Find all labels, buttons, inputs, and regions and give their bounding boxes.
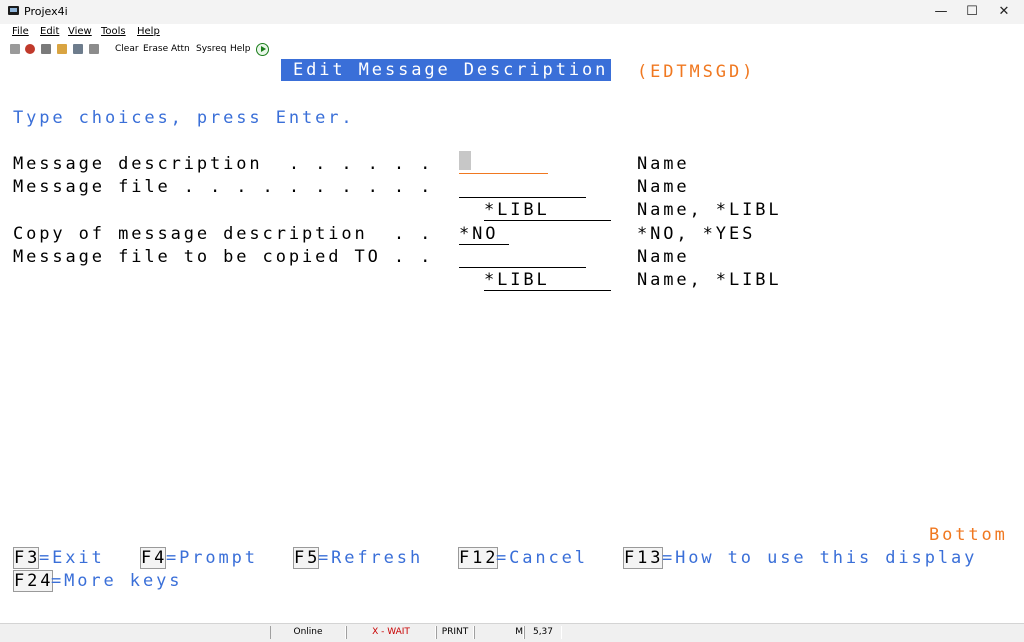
window-title: Projex4i — [24, 5, 68, 18]
hint-message-file-to: Name — [637, 247, 690, 267]
paste-icon[interactable] — [57, 44, 67, 54]
status-print: PRINT — [436, 626, 474, 639]
f4-key[interactable]: F4 — [141, 548, 167, 568]
label-message-file-to: Message file to be copied TO . . — [13, 247, 434, 267]
screen-title-block: Edit Message Description — [281, 59, 611, 81]
label-copy-message-description: Copy of message description . . — [13, 224, 434, 244]
erase-button[interactable]: Erase — [143, 44, 168, 54]
message-file-input[interactable] — [459, 197, 586, 198]
minimize-button[interactable]: — — [924, 0, 958, 24]
hint-message-file-library: Name, *LIBL — [637, 200, 782, 220]
hint-message-file-to-library: Name, *LIBL — [637, 270, 782, 290]
status-bar: Online X - WAIT PRINT M 5,37 — [0, 623, 1024, 642]
copy-icon[interactable] — [41, 44, 51, 54]
f24-more-keys[interactable]: =More keys — [51, 571, 182, 591]
copy-message-description-input[interactable]: *NO — [459, 224, 498, 244]
close-button[interactable]: ✕ — [987, 0, 1021, 24]
message-description-input[interactable] — [459, 173, 548, 174]
f13-key[interactable]: F13 — [624, 548, 663, 568]
message-file-to-library-underline — [484, 290, 611, 291]
f5-refresh[interactable]: =Refresh — [318, 548, 423, 568]
f12-key[interactable]: F12 — [459, 548, 498, 568]
cursor — [459, 151, 471, 170]
new-session-icon[interactable] — [10, 44, 20, 54]
help-button[interactable]: Help — [230, 44, 251, 54]
menu-help[interactable]: Help — [137, 26, 160, 37]
f24-key[interactable]: F24 — [14, 571, 53, 591]
menu-file[interactable]: File — [12, 26, 29, 37]
message-file-library-input[interactable]: *LIBL — [484, 200, 550, 220]
run-icon[interactable] — [256, 43, 269, 56]
instructions: Type choices, press Enter. — [13, 108, 355, 128]
hint-copy-message-description: *NO, *YES — [637, 224, 756, 244]
attn-button[interactable]: Attn — [171, 44, 190, 54]
f5-key[interactable]: F5 — [294, 548, 320, 568]
message-file-to-library-input[interactable]: *LIBL — [484, 270, 550, 290]
title-bar: Projex4i — ☐ ✕ — [0, 0, 1024, 24]
hint-message-description: Name — [637, 154, 690, 174]
status-wait: X - WAIT — [346, 626, 436, 639]
menu-edit[interactable]: Edit — [40, 26, 59, 37]
hint-message-file: Name — [637, 177, 690, 197]
f12-cancel[interactable]: =Cancel — [496, 548, 588, 568]
settings-icon[interactable] — [89, 44, 99, 54]
print-icon[interactable] — [73, 44, 83, 54]
f13-help[interactable]: =How to use this display — [662, 548, 977, 568]
menu-tools[interactable]: Tools — [101, 26, 126, 37]
status-cursor-position: 5,37 — [524, 626, 562, 639]
command-name: (EDTMSGD) — [637, 62, 756, 82]
message-file-to-input[interactable] — [459, 267, 586, 268]
status-mode: M — [474, 626, 524, 639]
status-online: Online — [270, 626, 346, 639]
clear-button[interactable]: Clear — [115, 44, 139, 54]
copy-message-description-underline — [459, 244, 509, 245]
f3-exit[interactable]: =Exit — [39, 548, 105, 568]
screen-title: Edit Message Description — [293, 60, 609, 80]
sysreq-button[interactable]: Sysreq — [196, 44, 226, 54]
f4-prompt[interactable]: =Prompt — [166, 548, 258, 568]
terminal-app-icon — [8, 6, 19, 15]
label-message-file: Message file . . . . . . . . . . — [13, 177, 434, 197]
disconnect-icon[interactable] — [25, 44, 35, 54]
label-message-description: Message description . . . . . . — [13, 154, 434, 174]
message-file-library-underline — [484, 220, 611, 221]
toolbar: Clear Erase Attn Sysreq Help — [0, 41, 1024, 58]
terminal-screen: Edit Message Description (EDTMSGD) Type … — [0, 58, 1024, 623]
bottom-indicator: Bottom — [929, 525, 1008, 545]
f3-key[interactable]: F3 — [14, 548, 40, 568]
menu-view[interactable]: View — [68, 26, 92, 37]
maximize-button[interactable]: ☐ — [955, 0, 989, 24]
menu-bar: File Edit View Tools Help — [0, 24, 1024, 41]
